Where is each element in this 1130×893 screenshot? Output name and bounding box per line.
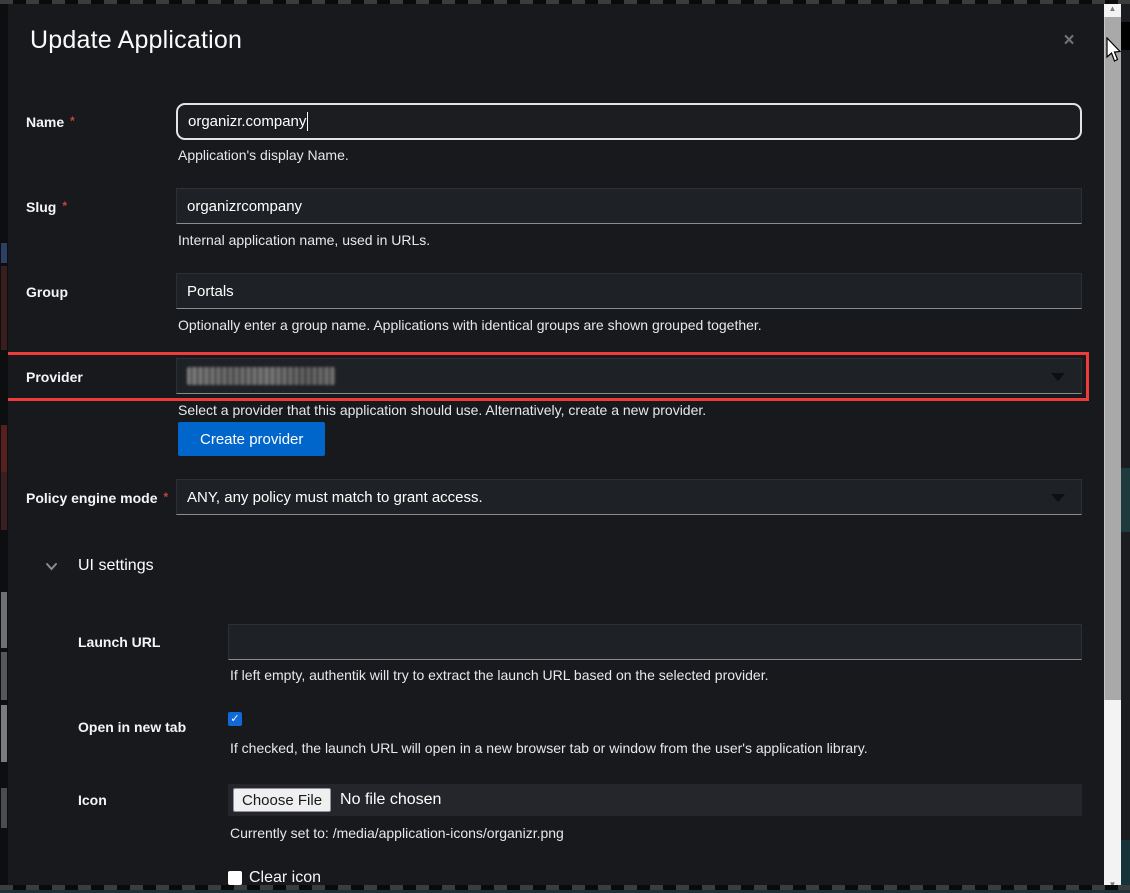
- background-page-strip: [0, 0, 8, 893]
- required-asterisk: *: [163, 490, 168, 504]
- scrollbar-thumb[interactable]: [1104, 17, 1121, 700]
- text-caret: [307, 112, 308, 131]
- name-help: Application's display Name.: [178, 147, 349, 163]
- policy-engine-mode-select[interactable]: ANY, any policy must match to grant acce…: [176, 479, 1082, 515]
- chevron-down-icon: [1051, 494, 1065, 502]
- window-edge-strip: [1121, 0, 1130, 893]
- page-title: Update Application: [30, 26, 242, 55]
- choose-file-button[interactable]: Choose File: [233, 788, 331, 812]
- edge-notch: [1121, 22, 1130, 50]
- open-in-new-tab-help: If checked, the launch URL will open in …: [230, 740, 868, 756]
- provider-label: Provider: [26, 369, 83, 385]
- create-provider-button[interactable]: Create provider: [178, 422, 325, 456]
- chevron-down-icon: [1051, 373, 1065, 381]
- edge-fragment: [1121, 468, 1130, 532]
- icon-file-input[interactable]: Choose File No file chosen: [228, 784, 1082, 816]
- name-label: Name*: [26, 114, 75, 130]
- open-in-new-tab-label: Open in new tab: [78, 719, 186, 735]
- chevron-down-icon[interactable]: [45, 560, 58, 573]
- policy-engine-mode-label: Policy engine mode*: [26, 490, 168, 506]
- required-asterisk: *: [70, 114, 75, 128]
- file-status-text: No file chosen: [340, 791, 441, 809]
- group-input[interactable]: Portals: [176, 273, 1082, 309]
- slug-help: Internal application name, used in URLs.: [178, 232, 430, 248]
- close-icon[interactable]: ×: [1058, 30, 1080, 52]
- required-asterisk: *: [62, 199, 67, 213]
- name-input[interactable]: organizr.company: [176, 103, 1082, 140]
- provider-select[interactable]: [176, 358, 1082, 394]
- provider-help: Select a provider that this application …: [178, 402, 706, 418]
- icon-help: Currently set to: /media/application-ico…: [230, 825, 564, 841]
- group-label: Group: [26, 284, 68, 300]
- open-in-new-tab-checkbox[interactable]: ✓: [228, 712, 242, 726]
- slug-label: Slug*: [26, 199, 67, 215]
- selection-dashed-border-bottom: [0, 885, 1130, 890]
- vertical-scrollbar[interactable]: ▲ ▼: [1104, 0, 1121, 893]
- group-help: Optionally enter a group name. Applicati…: [178, 317, 762, 333]
- launch-url-input[interactable]: [228, 624, 1082, 660]
- checkmark-icon: ✓: [230, 714, 239, 725]
- launch-url-help: If left empty, authentik will try to ext…: [230, 667, 769, 683]
- slug-input[interactable]: organizrcompany: [176, 188, 1082, 224]
- icon-label: Icon: [78, 792, 107, 808]
- selection-dashed-border-top: [0, 0, 1130, 4]
- redacted-provider-value: [187, 367, 335, 385]
- update-application-modal: Update Application × Name* organizr.comp…: [0, 0, 1130, 893]
- clear-icon-checkbox[interactable]: [228, 871, 242, 885]
- ui-settings-section-header[interactable]: UI settings: [78, 557, 154, 575]
- launch-url-label: Launch URL: [78, 634, 160, 650]
